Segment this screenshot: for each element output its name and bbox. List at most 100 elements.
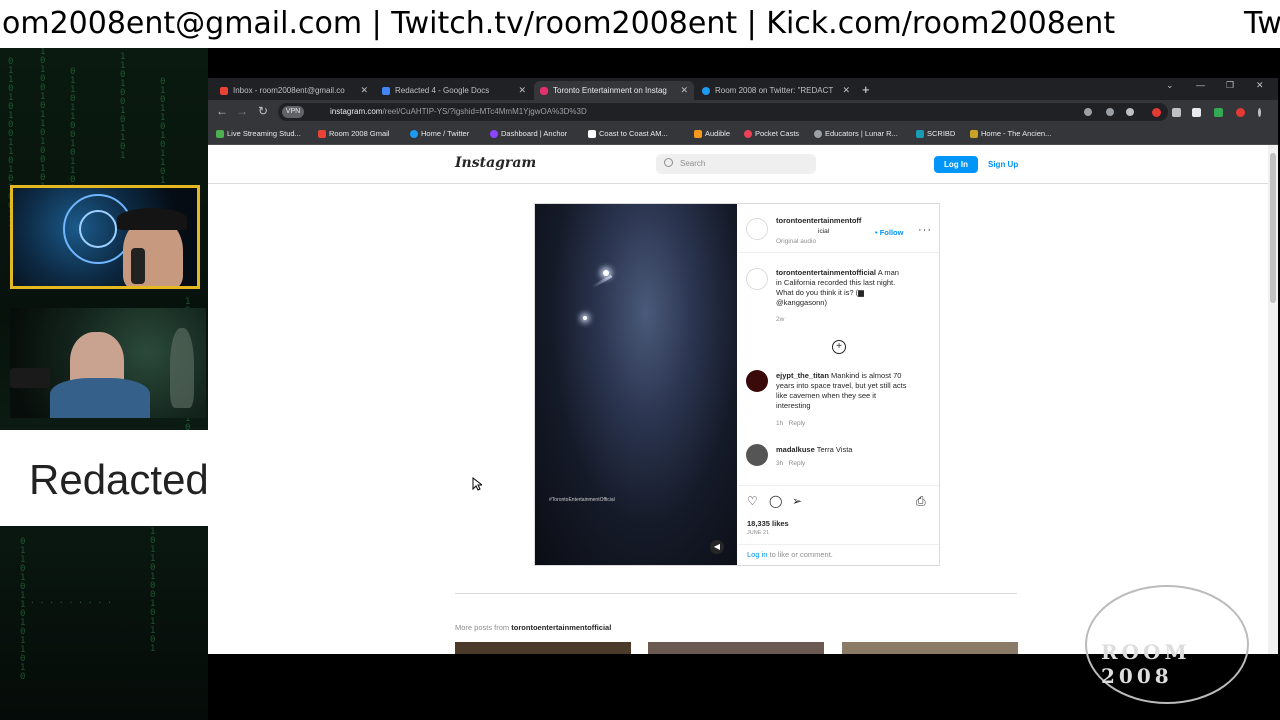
- host2-shirt: [50, 378, 150, 418]
- close-icon[interactable]: ✕: [360, 81, 368, 100]
- webcam-host-2: [10, 308, 206, 418]
- load-more-comments-icon[interactable]: +: [832, 340, 846, 354]
- caption-credit[interactable]: @kanggasonn): [776, 298, 827, 307]
- close-icon[interactable]: ✕: [842, 81, 850, 100]
- likes-count[interactable]: 18,335 likes: [747, 519, 789, 528]
- share-icon[interactable]: ➢: [792, 494, 802, 508]
- share-icon[interactable]: [1084, 108, 1092, 116]
- page-scrollbar[interactable]: [1268, 145, 1278, 654]
- comment-meta: 3h Reply: [776, 460, 806, 467]
- caption-age: 2w: [776, 316, 785, 323]
- login-button[interactable]: Log In: [934, 156, 978, 173]
- divider: [738, 485, 939, 486]
- reply-link[interactable]: Reply: [789, 420, 806, 427]
- comment-icon[interactable]: ◯: [769, 494, 782, 508]
- bookmark-item[interactable]: Pocket Casts: [744, 129, 799, 139]
- back-button[interactable]: ←: [216, 104, 228, 118]
- ticker-text: om2008ent@gmail.com | Twitch.tv/room2008…: [2, 6, 1116, 41]
- tab-twitter[interactable]: Room 2008 on Twitter: "REDACT ✕: [696, 81, 856, 100]
- address-bar[interactable]: VPN instagram.com/reel/CuAHTIP-YS/?igshi…: [278, 103, 1168, 121]
- avatar[interactable]: [746, 370, 768, 392]
- mute-icon[interactable]: ◀: [710, 540, 724, 554]
- post-thumbnail[interactable]: [455, 642, 631, 654]
- matrix-rain: 110100101101: [120, 52, 126, 161]
- pocketcasts-icon: [744, 130, 752, 139]
- ticker-text-tail: Tw: [1244, 6, 1280, 41]
- bookmark-item[interactable]: Home - The Ancien...: [970, 129, 1051, 139]
- avatar[interactable]: [746, 218, 768, 240]
- post-sidebar: torontoentertainmentoff icial Original a…: [738, 204, 939, 565]
- avatar[interactable]: [746, 268, 768, 290]
- avatar[interactable]: [746, 444, 768, 466]
- more-options-icon[interactable]: ···: [918, 224, 932, 236]
- extension-icon[interactable]: [1214, 108, 1223, 117]
- vpn-badge[interactable]: VPN: [282, 106, 304, 118]
- anchor-icon: [490, 130, 498, 139]
- comment-username[interactable]: ejypt_the_titan: [776, 371, 829, 380]
- profile-avatar[interactable]: [1236, 108, 1245, 117]
- close-window-button[interactable]: ✕: [1256, 80, 1264, 91]
- bookmark-item[interactable]: Home / Twitter: [410, 129, 469, 139]
- like-heart-icon[interactable]: ♡: [747, 494, 758, 508]
- reel-video[interactable]: #TorontoEntertainmentOfficial ◀: [535, 204, 737, 565]
- forward-button[interactable]: →: [236, 104, 248, 118]
- instagram-page: Instagram Search Log In Sign Up #Toronto…: [208, 145, 1268, 654]
- puzzle-icon[interactable]: [1172, 108, 1181, 117]
- post-date: JUNE 21: [747, 530, 770, 536]
- new-tab-button[interactable]: +: [862, 81, 870, 99]
- instagram-logo[interactable]: Instagram: [455, 155, 536, 171]
- post-thumbnail[interactable]: [842, 642, 1018, 654]
- maximize-button[interactable]: ❐: [1226, 80, 1234, 91]
- url-text[interactable]: instagram.com/reel/CuAHTIP-YS/?igshid=MT…: [330, 107, 587, 116]
- reload-button[interactable]: ↻: [258, 104, 268, 118]
- sidepanel-icon[interactable]: [1192, 108, 1201, 117]
- browser-toolbar: ← → ↻ VPN instagram.com/reel/CuAHTIP-YS/…: [208, 100, 1278, 124]
- close-icon[interactable]: ✕: [680, 81, 688, 100]
- tab-strip: Inbox - room2008ent@gmail.co ✕ Redacted …: [208, 78, 1278, 100]
- reply-link[interactable]: Reply: [789, 460, 806, 467]
- docs-icon: [382, 86, 390, 95]
- gmail-icon: [318, 130, 326, 139]
- audio-label[interactable]: Original audio: [776, 238, 816, 245]
- bookmark-star-icon[interactable]: [1126, 108, 1134, 116]
- scrollbar-thumb[interactable]: [1270, 153, 1276, 303]
- tab-instagram[interactable]: Toronto Entertainment on Instag ✕: [534, 81, 694, 100]
- more-posts-user[interactable]: torontoentertainmentofficial: [511, 623, 611, 632]
- post-thumbnail[interactable]: [648, 642, 824, 654]
- post-username[interactable]: torontoentertainmentoff: [776, 216, 861, 225]
- divider: [455, 593, 1017, 594]
- matrix-rain: 01101100101101100: [70, 67, 76, 221]
- bookmark-item[interactable]: SCRIBD: [916, 129, 955, 139]
- bookmark-item[interactable]: Live Streaming Stud...: [216, 129, 301, 139]
- bookmark-item[interactable]: Educators | Lunar R...: [814, 129, 898, 139]
- caption-text-2: in California recorded this last night.: [776, 278, 896, 287]
- bookmark-item[interactable]: Audible: [694, 129, 730, 139]
- signup-link[interactable]: Sign Up: [988, 160, 1018, 169]
- search-icon: [664, 158, 673, 167]
- bookmark-item[interactable]: Coast to Coast AM...: [588, 129, 668, 139]
- login-link[interactable]: Log in: [747, 550, 767, 559]
- matrix-rain: 10110100101101: [150, 527, 156, 654]
- zoom-icon[interactable]: [1106, 108, 1114, 116]
- matrix-rain: 0101101011010110: [160, 77, 166, 222]
- follow-button[interactable]: • Follow: [875, 228, 903, 237]
- minimize-button[interactable]: —: [1196, 80, 1205, 90]
- menu-icon[interactable]: [1258, 108, 1261, 117]
- search-placeholder: Search: [680, 159, 706, 168]
- comment-username[interactable]: madalkuse: [776, 445, 815, 454]
- redacted-panel: Redacted: [0, 430, 209, 526]
- comment: ejypt_the_titan Mankind is almost 70 yea…: [776, 371, 907, 410]
- tab-search-icon[interactable]: ⌄: [1166, 80, 1174, 91]
- save-bookmark-icon[interactable]: ⎙: [916, 494, 926, 509]
- tab-gmail[interactable]: Inbox - room2008ent@gmail.co ✕: [214, 81, 374, 100]
- equipment: [10, 368, 50, 388]
- audible-icon: [694, 130, 702, 139]
- caption-username[interactable]: torontoentertainmentofficial: [776, 268, 876, 277]
- bookmark-item[interactable]: Room 2008 Gmail: [318, 129, 389, 139]
- close-icon[interactable]: ✕: [518, 81, 526, 100]
- bookmark-item[interactable]: Dashboard | Anchor: [490, 129, 567, 139]
- bookmark-icon: [216, 130, 224, 139]
- tab-docs[interactable]: Redacted 4 - Google Docs ✕: [376, 81, 532, 100]
- extension-icon[interactable]: [1152, 108, 1161, 117]
- search-input[interactable]: Search: [656, 154, 816, 174]
